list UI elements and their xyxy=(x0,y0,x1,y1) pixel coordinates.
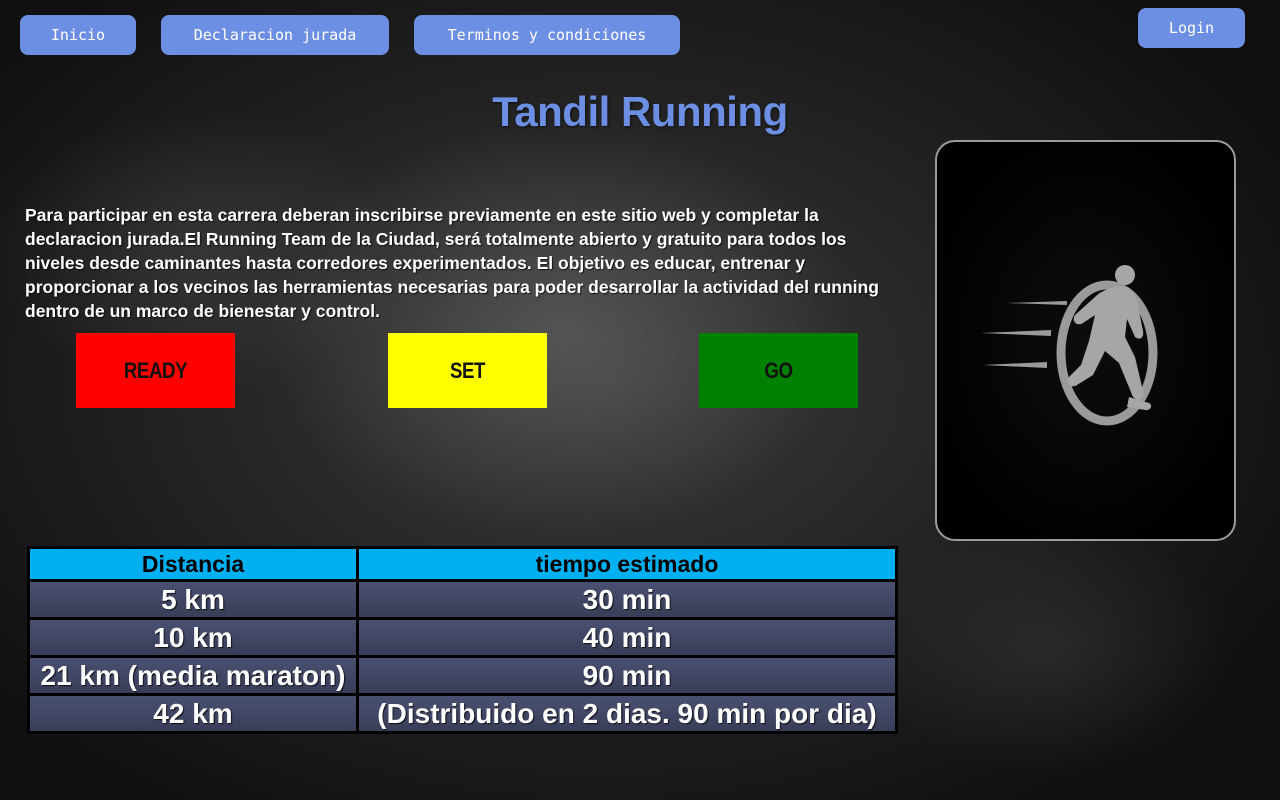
logo-card xyxy=(935,140,1236,541)
set-box: SET xyxy=(388,333,547,408)
time-cell: 30 min xyxy=(359,582,895,617)
header-distancia: Distancia xyxy=(30,549,356,579)
intro-text: Para participar en esta carrera deberan … xyxy=(25,205,879,321)
table-row: 5 km 30 min xyxy=(30,582,895,617)
table-row: 10 km 40 min xyxy=(30,620,895,655)
set-label: SET xyxy=(449,357,486,383)
distance-time-table: Distancia tiempo estimado 5 km 30 min 10… xyxy=(27,546,898,734)
login-button[interactable]: Login xyxy=(1138,8,1245,48)
header-tiempo: tiempo estimado xyxy=(359,549,895,579)
distance-cell: 21 km (media maraton) xyxy=(30,658,356,693)
running-man-icon xyxy=(981,265,1158,426)
time-cell: (Distribuido en 2 dias. 90 min por dia) xyxy=(359,696,895,731)
distance-cell: 5 km xyxy=(30,582,356,617)
table-header-row: Distancia tiempo estimado xyxy=(30,549,895,579)
table-row: 42 km (Distribuido en 2 dias. 90 min por… xyxy=(30,696,895,731)
go-box: GO xyxy=(699,333,858,408)
distance-cell: 42 km xyxy=(30,696,356,731)
page-title: Tandil Running xyxy=(492,88,788,135)
time-cell: 90 min xyxy=(359,658,895,693)
time-cell: 40 min xyxy=(359,620,895,655)
distance-cell: 10 km xyxy=(30,620,356,655)
nav-terminos-button[interactable]: Terminos y condiciones xyxy=(414,15,680,55)
ready-box: READY xyxy=(76,333,235,408)
table-row: 21 km (media maraton) 90 min xyxy=(30,658,895,693)
nav-declaracion-button[interactable]: Declaracion jurada xyxy=(161,15,389,55)
ready-label: READY xyxy=(123,357,188,383)
go-label: GO xyxy=(764,357,793,383)
nav-inicio-button[interactable]: Inicio xyxy=(20,15,136,55)
